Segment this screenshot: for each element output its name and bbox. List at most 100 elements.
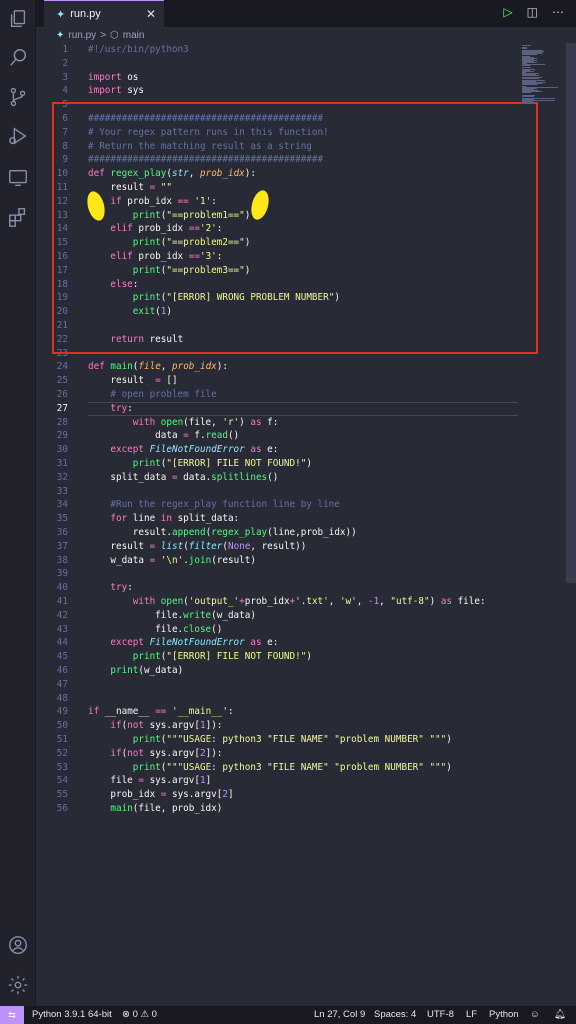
code-line[interactable]: 1 #!/usr/bin/python3: [36, 43, 536, 57]
code-text[interactable]: print("[ERROR] FILE NOT FOUND!"): [88, 650, 312, 664]
code-text[interactable]: if __name__ == '__main__':: [88, 705, 234, 719]
problems-count[interactable]: ⊗ 0 ⚠ 0: [122, 1006, 157, 1024]
code-line[interactable]: 38 w_data = '\n'.join(result): [36, 554, 536, 568]
code-line[interactable]: 32 split_data = data.splitlines(): [36, 471, 536, 485]
code-text[interactable]: data = f.read(): [88, 429, 239, 443]
code-text[interactable]: result = list(filter(None, result)): [88, 540, 306, 554]
code-line[interactable]: 28 with open(file, 'r') as f:: [36, 416, 536, 430]
minimap[interactable]: [520, 43, 568, 104]
code-line[interactable]: 49 if __name__ == '__main__':: [36, 705, 536, 719]
code-line[interactable]: 45 print("[ERROR] FILE NOT FOUND!"): [36, 650, 536, 664]
code-line[interactable]: 55 prob_idx = sys.argv[2]: [36, 788, 536, 802]
code-text[interactable]: split_data = data.splitlines(): [88, 471, 278, 485]
code-text[interactable]: print("""USAGE: python3 "FILE NAME" "pro…: [88, 761, 452, 775]
code-text[interactable]: prob_idx = sys.argv[2]: [88, 788, 233, 802]
code-editor[interactable]: 1 #!/usr/bin/python3 2 3 import os 4 import sy…: [36, 43, 576, 1006]
line-number: 2: [62, 57, 68, 69]
code-line[interactable]: 35 for line in split_data:: [36, 512, 536, 526]
code-text[interactable]: file.write(w_data): [88, 609, 256, 623]
code-text[interactable]: #!/usr/bin/python3: [88, 43, 189, 57]
code-line[interactable]: 30 except FileNotFoundError as e:: [36, 443, 536, 457]
notifications-bell-icon[interactable]: 🔔︎: [554, 1006, 566, 1024]
code-line[interactable]: 42 file.write(w_data): [36, 609, 536, 623]
code-text[interactable]: except FileNotFoundError as e:: [88, 636, 278, 650]
code-line[interactable]: 25 result = []: [36, 374, 536, 388]
python-interpreter[interactable]: Python 3.9.1 64-bit: [32, 1006, 112, 1024]
code-line[interactable]: 31 print("[ERROR] FILE NOT FOUND!"): [36, 457, 536, 471]
vertical-scrollbar[interactable]: [566, 43, 576, 583]
code-line[interactable]: 53 print("""USAGE: python3 "FILE NAME" "…: [36, 761, 536, 775]
remote-explorer-icon[interactable]: [7, 167, 29, 189]
indentation[interactable]: Spaces: 4: [374, 1006, 416, 1024]
code-line[interactable]: 36 result.append(regex_play(line,prob_id…: [36, 526, 536, 540]
code-text[interactable]: try:: [88, 402, 132, 416]
code-line[interactable]: 37 result = list(filter(None, result)): [36, 540, 536, 554]
code-text[interactable]: file.close(): [88, 623, 222, 637]
code-text[interactable]: main(file, prob_idx): [88, 802, 222, 816]
code-line[interactable]: 54 file = sys.argv[1]: [36, 774, 536, 788]
close-icon[interactable]: ✕: [146, 7, 156, 21]
code-line[interactable]: 48: [36, 692, 536, 706]
code-line[interactable]: 2: [36, 57, 536, 71]
code-text[interactable]: try:: [88, 581, 132, 595]
code-line[interactable]: 47: [36, 678, 536, 692]
remote-indicator-icon[interactable]: ⇆: [0, 1006, 24, 1024]
end-of-line[interactable]: LF: [466, 1006, 477, 1024]
code-text[interactable]: result = []: [88, 374, 177, 388]
code-text[interactable]: print("[ERROR] FILE NOT FOUND!"): [88, 457, 312, 471]
extensions-icon[interactable]: [7, 206, 29, 228]
code-line[interactable]: 44 except FileNotFoundError as e:: [36, 636, 536, 650]
code-text[interactable]: print("""USAGE: python3 "FILE NAME" "pro…: [88, 733, 452, 747]
code-line[interactable]: 41 with open('output_'+prob_idx+'.txt', …: [36, 595, 536, 609]
language-mode[interactable]: Python: [489, 1006, 519, 1024]
code-text[interactable]: # open problem file: [88, 388, 216, 402]
line-number: 34: [56, 499, 68, 511]
settings-gear-icon[interactable]: [7, 974, 29, 996]
more-actions-icon[interactable]: ⋯: [552, 5, 564, 19]
code-line[interactable]: 50 if(not sys.argv[1]):: [36, 719, 536, 733]
code-line[interactable]: 46 print(w_data): [36, 664, 536, 678]
code-text[interactable]: def main(file, prob_idx):: [88, 360, 228, 374]
code-text[interactable]: for line in split_data:: [88, 512, 239, 526]
code-text[interactable]: import sys: [88, 84, 144, 98]
code-line[interactable]: 34 #Run the regex_play function line by …: [36, 498, 536, 512]
tab-run-py[interactable]: ✦ run.py ✕: [44, 0, 164, 27]
explorer-icon[interactable]: [7, 8, 29, 30]
code-line[interactable]: 29 data = f.read(): [36, 429, 536, 443]
source-control-icon[interactable]: [7, 86, 29, 108]
code-line[interactable]: 52 if(not sys.argv[2]):: [36, 747, 536, 761]
encoding[interactable]: UTF-8: [427, 1006, 454, 1024]
code-line[interactable]: 24 def main(file, prob_idx):: [36, 360, 536, 374]
code-line[interactable]: 4 import sys: [36, 84, 536, 98]
code-text[interactable]: if(not sys.argv[2]):: [88, 747, 222, 761]
split-editor-icon[interactable]: ◫: [527, 5, 538, 19]
code-text[interactable]: import os: [88, 71, 138, 85]
code-line[interactable]: 26 # open problem file: [36, 388, 536, 402]
code-line[interactable]: 43 file.close(): [36, 623, 536, 637]
code-line[interactable]: 40 try:: [36, 581, 536, 595]
code-line[interactable]: 33: [36, 485, 536, 499]
code-text[interactable]: print(w_data): [88, 664, 183, 678]
search-icon[interactable]: [7, 47, 29, 69]
code-line[interactable]: 3 import os: [36, 71, 536, 85]
line-number: 33: [56, 485, 68, 497]
code-text[interactable]: file = sys.argv[1]: [88, 774, 211, 788]
run-debug-icon[interactable]: [7, 125, 29, 147]
account-icon[interactable]: [7, 934, 29, 956]
code-line[interactable]: 51 print("""USAGE: python3 "FILE NAME" "…: [36, 733, 536, 747]
code-text[interactable]: if(not sys.argv[1]):: [88, 719, 222, 733]
code-text[interactable]: with open(file, 'r') as f:: [88, 416, 279, 430]
code-text[interactable]: result.append(regex_play(line,prob_idx)): [88, 526, 357, 540]
code-text[interactable]: w_data = '\n'.join(result): [88, 554, 256, 568]
code-text[interactable]: except FileNotFoundError as e:: [88, 443, 278, 457]
cursor-position[interactable]: Ln 27, Col 9: [314, 1006, 365, 1024]
breadcrumb-symbol[interactable]: main: [123, 30, 145, 41]
code-line[interactable]: 39: [36, 567, 536, 581]
breadcrumb-file[interactable]: run.py: [68, 30, 96, 41]
code-text[interactable]: #Run the regex_play function line by lin…: [88, 498, 340, 512]
code-text[interactable]: with open('output_'+prob_idx+'.txt', 'w'…: [88, 595, 486, 609]
code-line[interactable]: 27 try:: [36, 402, 536, 416]
code-line[interactable]: 56 main(file, prob_idx): [36, 802, 536, 816]
feedback-icon[interactable]: ☺: [530, 1006, 540, 1024]
run-icon[interactable]: ▷: [503, 5, 512, 19]
